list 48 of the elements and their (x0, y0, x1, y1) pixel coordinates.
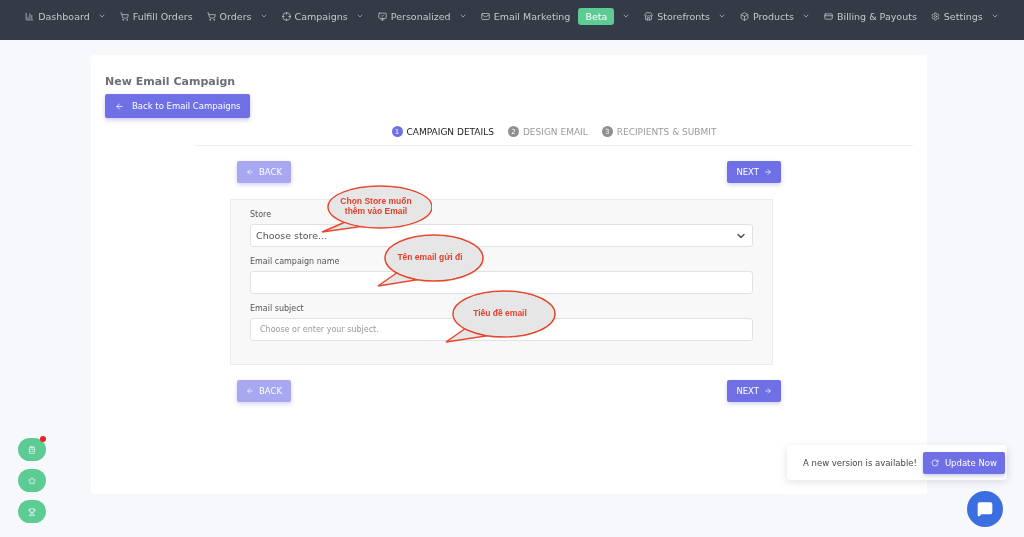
mail-icon (480, 11, 490, 21)
arrow-left-icon (246, 168, 254, 176)
nav-item[interactable]: Personalized (377, 8, 467, 24)
floating-button[interactable] (18, 469, 46, 492)
nav-item[interactable]: Campaigns (281, 8, 364, 24)
crosshair-icon (281, 11, 291, 21)
nav-item[interactable]: Billing & Payouts (824, 8, 917, 24)
trophy-icon (28, 507, 36, 516)
nav-item[interactable]: Orders (206, 8, 268, 24)
text-input-field[interactable] (250, 271, 753, 294)
annotation-tooltip: Chọn Store muốn thêm vào Email (320, 185, 432, 235)
clipboard-icon (28, 445, 36, 454)
chat-icon (977, 501, 993, 517)
chat-button[interactable] (967, 491, 1003, 527)
floating-button[interactable] (18, 500, 46, 523)
nav-item[interactable]: Email Marketing Beta (480, 8, 631, 24)
next-button[interactable]: NEXT (727, 380, 781, 402)
arrow-left-icon (246, 387, 254, 395)
star-icon (28, 476, 36, 485)
bar-chart-icon (25, 11, 35, 21)
cart-icon (119, 11, 129, 21)
card-icon (824, 11, 833, 21)
toast-message: A new version is available! (803, 457, 917, 468)
annotation-tooltip: Tên email gửi đi (376, 234, 484, 288)
floating-button[interactable] (18, 438, 46, 461)
field-label: Email subject (250, 304, 304, 313)
beta-badge: Beta (578, 7, 615, 25)
box-icon (739, 11, 749, 21)
nav-item[interactable]: Settings (930, 8, 999, 24)
annotation-tooltip: Tiêu đề email (444, 290, 556, 344)
field-label: Email campaign name (250, 257, 340, 266)
nav-item[interactable]: Storefronts (644, 8, 726, 24)
field-label: Store (250, 210, 272, 219)
nav-item[interactable]: Fulfill Orders (119, 8, 193, 24)
nav-item[interactable]: Products (739, 8, 810, 24)
monitor-icon (377, 11, 387, 21)
arrow-right-icon (764, 168, 772, 176)
back-to-campaigns-button[interactable]: Back to Email Campaigns (105, 94, 251, 118)
arrow-right-icon (764, 387, 772, 395)
refresh-icon (930, 458, 939, 467)
nav-item[interactable]: Dashboard (25, 8, 106, 24)
settings-icon (930, 11, 940, 21)
next-button[interactable]: NEXT (727, 161, 781, 183)
store-icon (644, 11, 654, 21)
update-now-button[interactable]: Update Now (922, 451, 1005, 474)
page-title: New Email Campaign (105, 75, 237, 88)
arrow-left-icon (115, 101, 124, 111)
cart-icon (206, 11, 216, 21)
